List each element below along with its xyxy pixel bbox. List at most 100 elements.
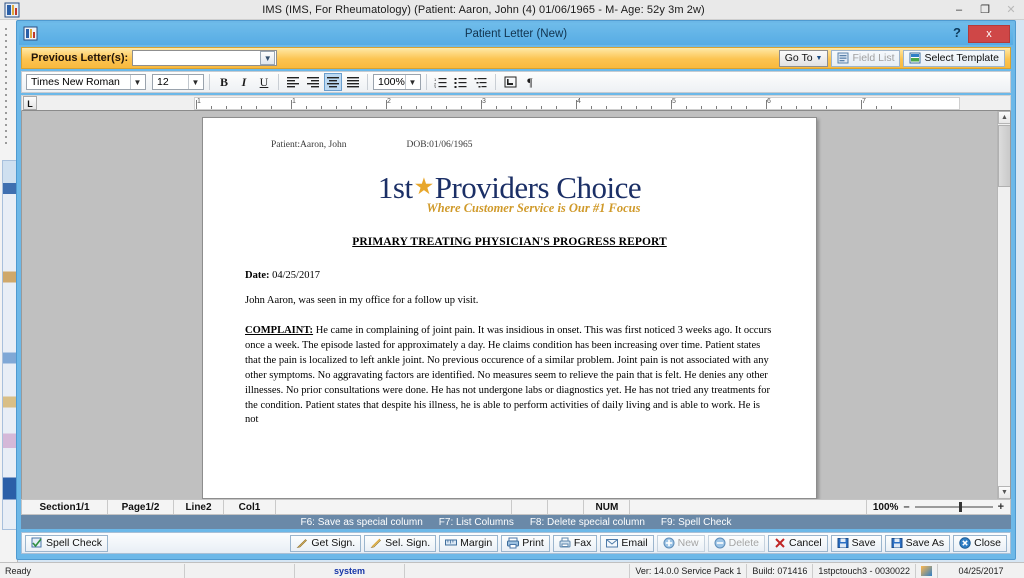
restore-button[interactable]: ❐ [972, 0, 998, 20]
status-blank-2 [548, 500, 585, 514]
ruler-mark: 5 [672, 98, 676, 105]
bold-button[interactable]: B [215, 73, 233, 91]
status-tray-icon-cell[interactable] [916, 563, 938, 578]
previous-letters-input[interactable] [133, 51, 260, 65]
spell-check-button[interactable]: Spell Check [25, 534, 109, 552]
close-action-button[interactable]: Close [953, 534, 1007, 552]
zoom-select[interactable]: 100% ▼ [373, 74, 421, 90]
align-left-icon[interactable] [284, 73, 302, 91]
ruler-mark: 6 [767, 98, 771, 105]
chevron-down-icon[interactable]: ▼ [405, 75, 419, 89]
align-center-icon[interactable] [324, 73, 342, 91]
date-value: 04/25/2017 [272, 270, 320, 281]
status-blank-a [185, 563, 295, 578]
status-machine: 1stpctouch3 - 0030022 [813, 563, 916, 578]
font-family-select[interactable]: Times New Roman ▼ [26, 74, 146, 90]
fkey-hint-f9: F9: Spell Check [660, 516, 732, 528]
pilcrow-icon[interactable]: ¶ [521, 73, 539, 91]
status-user: system [295, 563, 405, 578]
get-signature-button[interactable]: Get Sign. [290, 534, 362, 552]
tab-stop-selector[interactable]: L [23, 96, 37, 110]
scroll-thumb[interactable] [998, 125, 1010, 187]
insert-box-icon[interactable] [501, 73, 519, 91]
patient-letter-title-bar: Patient Letter (New) ? x [19, 23, 1013, 45]
zoom-in-button[interactable]: + [998, 501, 1004, 513]
align-justify-icon[interactable] [344, 73, 362, 91]
svg-text:3: 3 [434, 85, 437, 88]
horizontal-ruler[interactable]: L 1 1 2 3 4 5 6 7 [21, 95, 1011, 111]
scroll-down-button[interactable]: ▼ [998, 486, 1010, 499]
bulleted-list-icon[interactable] [452, 73, 470, 91]
zoom-slider[interactable] [914, 502, 993, 512]
align-right-icon[interactable] [304, 73, 322, 91]
delete-label: Delete [728, 537, 759, 549]
cancel-button[interactable]: Cancel [767, 534, 828, 552]
pen-icon [296, 537, 308, 549]
ruler-mark: 1 [197, 98, 201, 105]
chevron-down-icon[interactable]: ▼ [130, 75, 144, 89]
select-signature-button[interactable]: Sel. Sign. [364, 534, 437, 552]
patient-letter-close-button[interactable]: x [968, 25, 1010, 43]
margin-icon [445, 537, 458, 549]
application-status-bar: Ready system Ver: 14.0.0 Service Pack 1 … [0, 562, 1024, 578]
field-list-label: Field List [852, 52, 895, 64]
ims-app-icon [3, 1, 21, 19]
multilevel-list-icon[interactable] [472, 73, 490, 91]
delete-button[interactable]: Delete [707, 534, 765, 552]
save-as-button[interactable]: Save As [884, 534, 951, 552]
complaint-label: COMPLAINT: [245, 325, 314, 336]
new-button[interactable]: New [656, 534, 705, 552]
zoom-slider-knob[interactable] [958, 502, 962, 512]
status-page: Page1/2 [108, 500, 174, 514]
italic-button[interactable]: I [235, 73, 253, 91]
zoom-control[interactable]: 100% – + [867, 501, 1010, 513]
header-patient: Patient:Aaron, John [271, 140, 347, 150]
vertical-scrollbar[interactable]: ▲ ▼ [997, 111, 1010, 499]
select-template-label: Select Template [924, 52, 999, 64]
chevron-down-icon[interactable]: ▼ [188, 75, 202, 89]
help-button[interactable]: ? [949, 25, 965, 40]
field-list-button[interactable]: Field List [831, 49, 901, 67]
select-signature-label: Sel. Sign. [385, 537, 431, 549]
letter-page[interactable]: Patient:Aaron, John DOB:01/06/1965 1st★P… [202, 117, 817, 499]
chevron-down-icon[interactable]: ▼ [260, 51, 276, 65]
font-size-select[interactable]: 12 ▼ [152, 74, 204, 90]
ruler-mark: 3 [482, 98, 486, 105]
close-button[interactable]: ✕ [998, 0, 1024, 20]
fax-button[interactable]: Fax [552, 534, 598, 552]
print-button[interactable]: Print [501, 534, 550, 552]
previous-letters-combo[interactable]: ▼ [132, 50, 278, 66]
spell-check-icon [31, 537, 43, 549]
save-button[interactable]: Save [830, 534, 882, 552]
go-to-button[interactable]: Go To ▼ [778, 49, 829, 67]
status-filler-2 [630, 500, 867, 514]
zoom-out-button[interactable]: – [903, 501, 909, 513]
document-header: Patient:Aaron, John DOB:01/06/1965 [245, 140, 774, 150]
letter-actions: Go To ▼ Field List Select Template [778, 49, 1007, 67]
tray-icon[interactable] [921, 565, 932, 576]
margin-button[interactable]: Margin [439, 534, 499, 552]
ruler-track[interactable]: 1 1 2 3 4 5 6 7 [194, 97, 960, 110]
scroll-up-button[interactable]: ▲ [998, 111, 1010, 124]
save-as-disk-icon [891, 537, 903, 549]
numbered-list-icon[interactable]: 1 2 3 [432, 73, 450, 91]
underline-button[interactable]: U [255, 73, 273, 91]
document-canvas[interactable]: Patient:Aaron, John DOB:01/06/1965 1st★P… [21, 111, 1011, 499]
print-label: Print [522, 537, 544, 549]
status-ready: Ready [0, 563, 185, 578]
select-template-button[interactable]: Select Template [903, 49, 1005, 67]
email-button[interactable]: Email [600, 534, 654, 552]
font-family-value: Times New Roman [31, 76, 120, 88]
mail-icon [606, 537, 619, 549]
patient-letter-title: Patient Letter (New) [464, 28, 568, 40]
report-intro: John Aaron, was seen in my office for a … [245, 295, 479, 306]
select-template-icon [909, 52, 921, 64]
status-blank-1 [512, 500, 549, 514]
application-window: IMS (IMS, For Rheumatology) (Patient: Aa… [0, 0, 1024, 578]
status-version: Ver: 14.0.0 Service Pack 1 [630, 563, 748, 578]
fax-icon [559, 537, 571, 549]
background-tab-strip[interactable] [2, 160, 17, 530]
function-key-hint-bar: F6: Save as special column F7: List Colu… [21, 515, 1011, 529]
complaint-text: He came in complaining of joint pain. It… [245, 325, 772, 426]
minimize-button[interactable]: – [946, 0, 972, 20]
